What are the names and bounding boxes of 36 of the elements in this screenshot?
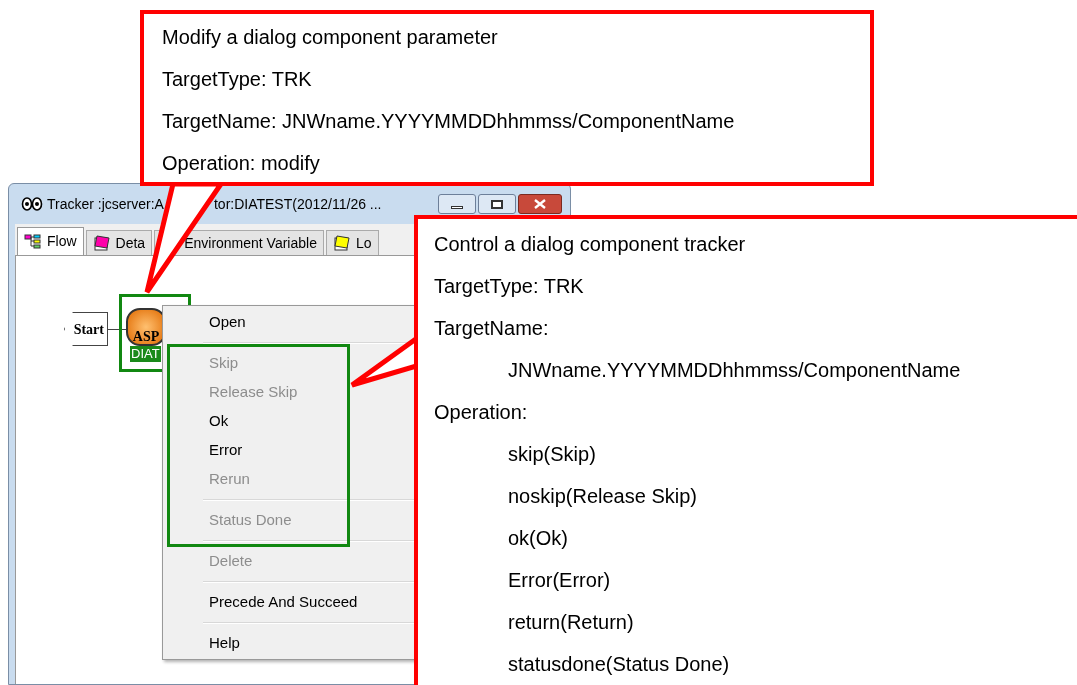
callout-text: Modify a dialog component parameter (162, 25, 498, 50)
window-title: Tracker :jcserver:A (47, 194, 164, 214)
callout-text: TargetType: TRK (162, 67, 312, 92)
callout-text: TargetName: JNWname.YYYYMMDDhhmmss/ComponentName (162, 109, 735, 134)
callout-text: Control a dialog component tracker (434, 232, 746, 257)
callout-text: TargetType: TRK (434, 274, 584, 299)
menu-item[interactable]: Precede And Succeed (207, 588, 360, 617)
tab[interactable]: Lo (325, 230, 379, 255)
tab[interactable]: Flow (17, 227, 84, 255)
callout-text: ok(Ok) (508, 526, 568, 551)
menu-item[interactable]: Help (207, 629, 242, 658)
job-label: DIAT (130, 346, 161, 362)
callout-text: JNWname.YYYYMMDDhhmmss/ComponentName (508, 358, 961, 383)
maximize-button[interactable] (478, 194, 516, 214)
callout-text: Operation: (434, 400, 528, 425)
flowchart-icon (24, 233, 42, 250)
callout-text: skip(Skip) (508, 442, 596, 467)
menu-item[interactable]: Open (207, 308, 248, 337)
minimize-button[interactable] (438, 194, 476, 214)
callout-text: return(Return) (508, 610, 634, 635)
notepad-icon (92, 235, 111, 251)
callout-text: Operation: modify (162, 151, 320, 176)
tab[interactable]: Deta (85, 230, 153, 255)
callout-text: TargetName: (434, 316, 549, 341)
menu-item[interactable]: Error (207, 436, 245, 465)
callout-text: statusdone(Status Done) (508, 652, 730, 677)
notepad-icon (332, 235, 351, 251)
callout-text: Error(Error) (508, 568, 611, 593)
window-title: tor:DIATEST(2012/11/26 ... (213, 194, 382, 214)
menu-item[interactable]: Ok (207, 407, 231, 436)
start-node: Start (64, 312, 108, 346)
connector-line (108, 329, 126, 330)
callout-text: noskip(Release Skip) (508, 484, 697, 509)
close-icon (534, 199, 546, 209)
close-button[interactable] (518, 194, 562, 214)
app-icon (21, 197, 43, 211)
